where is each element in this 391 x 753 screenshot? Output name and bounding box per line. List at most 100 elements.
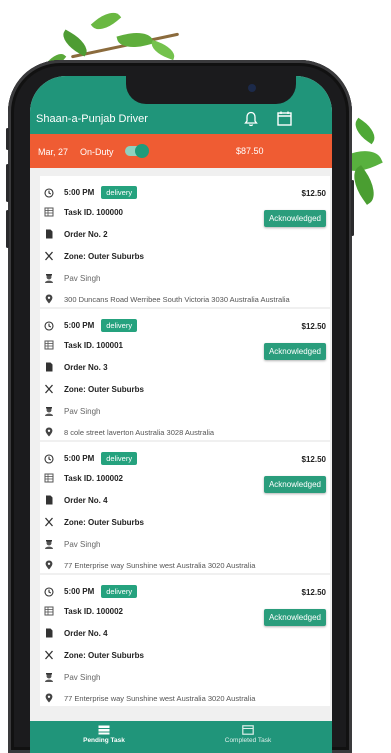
driver-name: Pav Singh: [64, 539, 101, 549]
zone-row: Zone: Outer Suburbs: [44, 384, 144, 394]
location-pin-icon: [45, 693, 53, 703]
order-number: Order No. 4: [64, 628, 108, 638]
task-time: 5:00 PM: [64, 188, 95, 197]
delivery-badge: delivery: [101, 452, 138, 465]
task-amount: $12.50: [301, 455, 326, 464]
duty-status-bar: Mar, 27 On-Duty $87.50: [30, 134, 332, 168]
location-pin-icon: [45, 294, 53, 304]
driver-name: Pav Singh: [64, 406, 101, 416]
task-time-row: 5:00 PM delivery: [44, 585, 138, 598]
status-date: Mar, 27: [38, 147, 69, 157]
acknowledged-button[interactable]: Acknowledged: [263, 210, 326, 227]
nav-pending-label: Pending Task: [83, 737, 125, 744]
order-row: Order No. 4: [44, 495, 108, 505]
bell-icon[interactable]: [244, 111, 258, 127]
delivery-address: 77 Enterprise way Sunshine west Australi…: [64, 560, 256, 570]
task-id-icon: [44, 340, 54, 350]
task-time: 5:00 PM: [64, 454, 95, 463]
delivery-address: 8 cole street laverton Australia 3028 Au…: [64, 427, 215, 437]
delivery-badge: delivery: [101, 319, 138, 332]
driver-row: Pav Singh: [44, 672, 100, 682]
leaf-decoration: [148, 39, 178, 61]
utensils-icon: [45, 384, 53, 394]
task-id: Task ID. 100000: [64, 207, 124, 217]
delivery-badge: delivery: [101, 186, 138, 199]
task-time-row: 5:00 PM delivery: [44, 452, 138, 465]
task-time-row: 5:00 PM delivery: [44, 319, 138, 332]
task-amount: $12.50: [301, 189, 326, 198]
app-screen: Shaan-a-Punjab Driver Mar, 27 On-Duty $8…: [30, 76, 332, 753]
utensils-icon: [45, 251, 53, 261]
task-amount: $12.50: [301, 322, 326, 331]
phone-side-button: [6, 128, 9, 150]
driver-row: Pav Singh: [44, 539, 100, 549]
document-icon: [46, 495, 53, 505]
task-id-row: Task ID. 100001: [44, 340, 123, 350]
driver-row: Pav Singh: [44, 406, 100, 416]
task-id: Task ID. 100002: [64, 606, 124, 616]
document-icon: [46, 229, 53, 239]
bottom-nav: Pending Task Completed Task: [30, 721, 332, 753]
order-row: Order No. 3: [44, 362, 108, 372]
zone-row: Zone: Outer Suburbs: [44, 517, 144, 527]
task-id-row: Task ID. 100002: [44, 473, 123, 483]
document-icon: [46, 628, 53, 638]
clock-icon: [44, 187, 54, 198]
pending-task-icon: [98, 725, 110, 735]
address-row: 77 Enterprise way Sunshine west Australi…: [44, 693, 255, 703]
nav-completed-task[interactable]: Completed Task: [208, 725, 288, 744]
app-title: Shaan-a-Punjab Driver: [36, 113, 148, 125]
delivery-badge: delivery: [101, 585, 138, 598]
delivery-address: 77 Enterprise way Sunshine west Australi…: [64, 693, 256, 703]
leaf-decoration: [116, 27, 154, 53]
utensils-icon: [45, 650, 53, 660]
zone-name: Zone: Outer Suburbs: [64, 251, 144, 261]
leaf-decoration: [90, 6, 122, 36]
driver-name: Pav Singh: [64, 672, 101, 682]
clock-icon: [44, 586, 54, 597]
location-pin-icon: [45, 560, 53, 570]
order-row: Order No. 4: [44, 628, 108, 638]
utensils-icon: [45, 517, 53, 527]
calendar-icon[interactable]: [277, 111, 292, 126]
task-card[interactable]: 5:00 PM delivery $12.50 Task ID. 100001 …: [40, 309, 330, 440]
address-row: 8 cole street laverton Australia 3028 Au…: [44, 427, 214, 437]
task-card[interactable]: 5:00 PM delivery $12.50 Task ID. 100000 …: [40, 176, 330, 307]
driver-row: Pav Singh: [44, 273, 100, 283]
zone-name: Zone: Outer Suburbs: [64, 517, 144, 527]
task-id: Task ID. 100001: [64, 340, 124, 350]
duty-toggle[interactable]: [125, 144, 149, 158]
zone-name: Zone: Outer Suburbs: [64, 650, 144, 660]
acknowledged-button[interactable]: Acknowledged: [263, 343, 326, 360]
task-id-icon: [44, 606, 54, 616]
task-id-icon: [44, 473, 54, 483]
document-icon: [46, 362, 53, 372]
acknowledged-button[interactable]: Acknowledged: [263, 609, 326, 626]
earnings-amount: $87.50: [236, 146, 264, 156]
order-number: Order No. 3: [64, 362, 108, 372]
order-row: Order No. 2: [44, 229, 108, 239]
location-pin-icon: [45, 427, 53, 437]
task-card[interactable]: 5:00 PM delivery $12.50 Task ID. 100002 …: [40, 575, 330, 706]
task-list: 5:00 PM delivery $12.50 Task ID. 100000 …: [40, 176, 330, 708]
phone-notch: [126, 76, 296, 104]
zone-name: Zone: Outer Suburbs: [64, 384, 144, 394]
driver-icon: [45, 407, 53, 416]
nav-pending-task[interactable]: Pending Task: [64, 725, 144, 744]
zone-row: Zone: Outer Suburbs: [44, 251, 144, 261]
zone-row: Zone: Outer Suburbs: [44, 650, 144, 660]
task-card[interactable]: 5:00 PM delivery $12.50 Task ID. 100002 …: [40, 442, 330, 573]
phone-side-button: [6, 164, 9, 202]
completed-task-icon: [242, 725, 254, 735]
toggle-knob[interactable]: [135, 144, 149, 158]
task-id-icon: [44, 207, 54, 217]
task-id-row: Task ID. 100002: [44, 606, 123, 616]
duty-label: On-Duty: [80, 147, 114, 157]
mockup-stage: Shaan-a-Punjab Driver Mar, 27 On-Duty $8…: [0, 0, 391, 753]
address-row: 77 Enterprise way Sunshine west Australi…: [44, 560, 255, 570]
leaf-decoration: [350, 117, 380, 145]
task-id-row: Task ID. 100000: [44, 207, 123, 217]
clock-icon: [44, 453, 54, 464]
acknowledged-button[interactable]: Acknowledged: [263, 476, 326, 493]
phone-side-button: [6, 210, 9, 248]
